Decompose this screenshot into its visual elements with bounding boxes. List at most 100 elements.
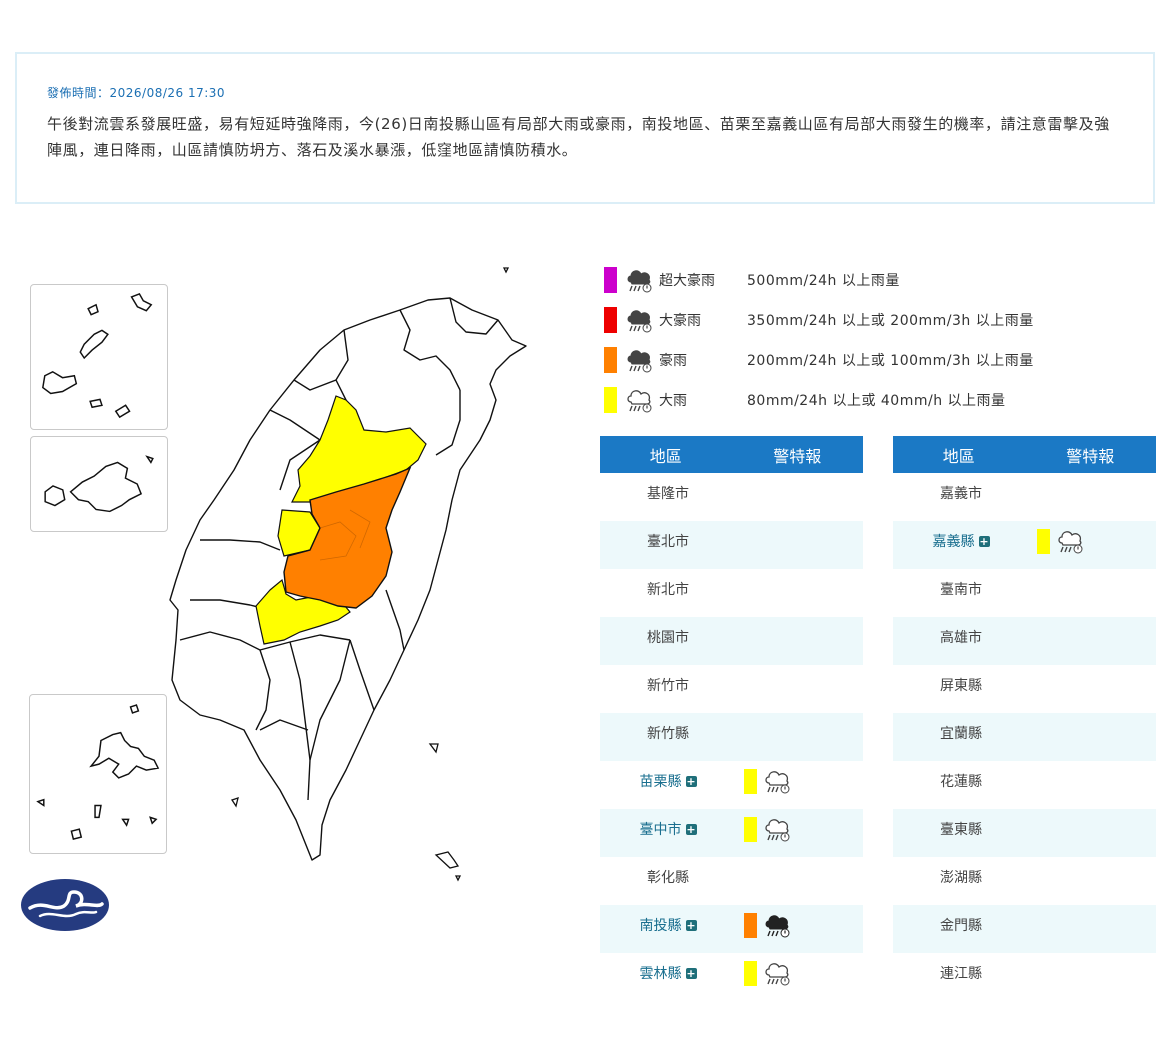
legend-desc: 80mm/24h 以上或 40mm/h 以上雨量 bbox=[747, 393, 1006, 409]
region-link-taichung[interactable]: 臺中市 + bbox=[600, 809, 736, 857]
storm-rain-icon bbox=[627, 270, 652, 293]
notice-text: 午後對流雲系發展旺盛，易有短延時強降雨，今(26)日南投縣山區有局部大雨或豪雨，… bbox=[47, 115, 1110, 159]
rain-cloud-icon bbox=[765, 771, 790, 794]
warning-cell bbox=[736, 953, 863, 1001]
table-row: 金門縣 bbox=[893, 905, 1156, 953]
region-name[interactable]: 臺中市 bbox=[640, 822, 682, 838]
color-swatch bbox=[604, 347, 617, 373]
rain-cloud-icon bbox=[627, 390, 652, 413]
region-link-yunlin[interactable]: 雲林縣 + bbox=[600, 953, 736, 1001]
region-name: 高雄市 bbox=[940, 630, 982, 646]
legend-name: 超大豪雨 bbox=[659, 273, 715, 289]
table-row: 高雄市 bbox=[893, 617, 1156, 665]
legend-name: 大豪雨 bbox=[659, 313, 701, 329]
legend-row-heavy: 大雨 80mm/24h 以上或 40mm/h 以上雨量 bbox=[604, 380, 1164, 420]
table-row: 臺東縣 bbox=[893, 809, 1156, 857]
header-warning: 警特報 bbox=[773, 446, 822, 466]
table-row: 新北市 bbox=[600, 569, 863, 617]
rain-warning-map bbox=[0, 240, 580, 960]
legend-row-extremely-torrential: 大豪雨 350mm/24h 以上或 200mm/3h 以上雨量 bbox=[604, 300, 1164, 340]
warning-level-swatch bbox=[1037, 529, 1050, 554]
region-name: 臺東縣 bbox=[940, 822, 982, 838]
expand-plus-icon[interactable]: + bbox=[685, 920, 697, 931]
header-region: 地區 bbox=[942, 446, 975, 466]
warning-level-swatch bbox=[744, 817, 757, 842]
storm-rain-icon bbox=[627, 310, 652, 333]
table-row: 臺北市 bbox=[600, 521, 863, 569]
rain-cloud-icon bbox=[1058, 531, 1083, 554]
table-row: 南投縣 + bbox=[600, 905, 863, 953]
rain-level-legend: 超大豪雨 500mm/24h 以上雨量 大豪雨 350mm/24h 以上或 20… bbox=[604, 260, 1164, 420]
table-row: 新竹市 bbox=[600, 665, 863, 713]
table-row: 基隆市 bbox=[600, 473, 863, 521]
region-name: 金門縣 bbox=[940, 918, 982, 934]
orchid-islet bbox=[454, 875, 462, 882]
region-name: 連江縣 bbox=[940, 966, 982, 982]
region-name: 臺南市 bbox=[940, 582, 982, 598]
warning-cell bbox=[736, 905, 863, 953]
expand-plus-icon[interactable]: + bbox=[978, 536, 990, 547]
legend-name: 大雨 bbox=[659, 393, 687, 409]
region-name: 新竹市 bbox=[647, 678, 689, 694]
region-link-nantou[interactable]: 南投縣 + bbox=[600, 905, 736, 953]
warning-level-swatch bbox=[744, 961, 757, 986]
warning-table-right: 地區 警特報 嘉義市 嘉義縣+ 臺南市 高雄市 屏東縣 宜蘭縣 花蓮縣 臺東縣 bbox=[893, 436, 1156, 1001]
cwa-logo-icon bbox=[21, 879, 109, 931]
region-name: 基隆市 bbox=[647, 486, 689, 502]
table-row: 連江縣 bbox=[893, 953, 1156, 1001]
storm-rain-icon bbox=[765, 915, 790, 938]
orchid-island bbox=[434, 851, 460, 869]
region-name[interactable]: 苗栗縣 bbox=[640, 774, 682, 790]
warning-cell bbox=[736, 761, 863, 809]
rain-cloud-icon bbox=[765, 819, 790, 842]
kinmen-islands bbox=[44, 455, 154, 513]
penghu-inset-map[interactable] bbox=[29, 694, 167, 854]
table-header: 地區 警特報 bbox=[600, 436, 863, 473]
legend-name: 豪雨 bbox=[659, 353, 687, 369]
pengjia-islet bbox=[502, 267, 510, 274]
region-name: 澎湖縣 bbox=[940, 870, 982, 886]
legend-desc: 500mm/24h 以上雨量 bbox=[747, 273, 900, 289]
color-swatch bbox=[604, 307, 617, 333]
table-row: 臺中市 + bbox=[600, 809, 863, 857]
table-row: 桃園市 bbox=[600, 617, 863, 665]
warning-level-swatch bbox=[744, 769, 757, 794]
green-island bbox=[428, 743, 439, 754]
region-name: 花蓮縣 bbox=[940, 774, 982, 790]
table-row: 臺南市 bbox=[893, 569, 1156, 617]
header-region: 地區 bbox=[649, 446, 682, 466]
table-row: 屏東縣 bbox=[893, 665, 1156, 713]
region-name[interactable]: 南投縣 bbox=[640, 918, 682, 934]
region-name: 屏東縣 bbox=[940, 678, 982, 694]
storm-rain-icon bbox=[627, 350, 652, 373]
table-row: 澎湖縣 bbox=[893, 857, 1156, 905]
region-link-chiayi-county[interactable]: 嘉義縣 + bbox=[893, 521, 1029, 569]
legend-row-torrential: 豪雨 200mm/24h 以上或 100mm/3h 以上雨量 bbox=[604, 340, 1164, 380]
region-name: 臺北市 bbox=[647, 534, 689, 550]
warning-cell bbox=[736, 809, 863, 857]
kinmen-inset-map[interactable] bbox=[30, 436, 168, 532]
color-swatch bbox=[604, 267, 617, 293]
table-header: 地區 警特報 bbox=[893, 436, 1156, 473]
region-name: 彰化縣 bbox=[647, 870, 689, 886]
penghu-islands bbox=[36, 704, 160, 840]
table-row: 苗栗縣 + bbox=[600, 761, 863, 809]
expand-plus-icon[interactable]: + bbox=[685, 776, 697, 787]
header-warning: 警特報 bbox=[1066, 446, 1115, 466]
region-link-miaoli[interactable]: 苗栗縣 + bbox=[600, 761, 736, 809]
region-name: 新竹縣 bbox=[647, 726, 689, 742]
region-name: 嘉義市 bbox=[940, 486, 982, 502]
region-name: 宜蘭縣 bbox=[940, 726, 982, 742]
legend-row-super-torrential: 超大豪雨 500mm/24h 以上雨量 bbox=[604, 260, 1164, 300]
matsu-inset-map[interactable] bbox=[30, 284, 168, 430]
table-row: 嘉義縣 + bbox=[893, 521, 1156, 569]
taiwan-main-map bbox=[169, 267, 527, 882]
region-name[interactable]: 雲林縣 bbox=[640, 966, 682, 982]
table-row: 彰化縣 bbox=[600, 857, 863, 905]
matsu-islands bbox=[42, 293, 153, 419]
weather-notice-box: 發佈時間：2026/08/26 17:30 午後對流雲系發展旺盛，易有短延時強降… bbox=[15, 52, 1155, 204]
region-name[interactable]: 嘉義縣 bbox=[933, 534, 975, 550]
expand-plus-icon[interactable]: + bbox=[685, 824, 697, 835]
table-row: 花蓮縣 bbox=[893, 761, 1156, 809]
expand-plus-icon[interactable]: + bbox=[685, 968, 697, 979]
